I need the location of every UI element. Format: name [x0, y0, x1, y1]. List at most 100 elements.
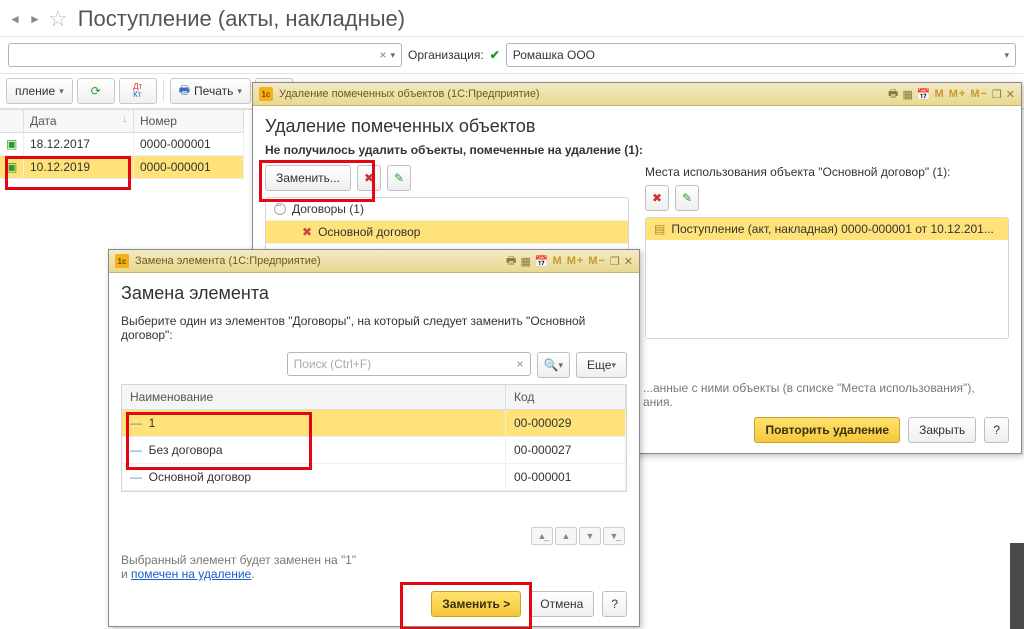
item-icon: —: [130, 444, 142, 456]
restore-icon[interactable]: ❐: [992, 88, 1002, 101]
retry-delete-button[interactable]: Повторить удаление: [754, 417, 900, 443]
search-placeholder: Поиск (Ctrl+F): [294, 357, 513, 371]
organization-value: Ромашка ООО: [513, 48, 595, 62]
col-date[interactable]: Дата ↓: [24, 110, 134, 133]
org-label: Организация:: [408, 48, 484, 62]
close-icon[interactable]: ✕: [624, 255, 633, 268]
grid-cell-name[interactable]: — Без договора: [122, 437, 506, 464]
item-icon: —: [130, 417, 142, 429]
organization-combo[interactable]: Ромашка ООО ▾: [506, 43, 1016, 67]
nav-up[interactable]: ▲: [555, 527, 577, 545]
calc-mminus[interactable]: M−: [588, 255, 606, 267]
clear-icon[interactable]: ×: [379, 48, 386, 62]
refresh-icon: ⟳: [91, 84, 101, 98]
app-icon: 1c: [115, 254, 129, 268]
posted-icon: ▣: [6, 137, 17, 151]
cell-num[interactable]: 0000-000001: [134, 156, 244, 179]
window-title: Замена элемента (1С:Предприятие): [135, 255, 321, 267]
close-button[interactable]: Закрыть: [908, 417, 976, 443]
app-icon: 1c: [259, 87, 273, 101]
calc-m[interactable]: M: [935, 88, 945, 100]
collapse-icon[interactable]: [274, 203, 286, 215]
close-icon[interactable]: ✕: [1006, 88, 1015, 101]
delete-mark-button[interactable]: ✖: [357, 165, 381, 191]
posted-icon: ▣: [6, 160, 17, 174]
calc-mplus[interactable]: M+: [567, 255, 585, 267]
replace-button[interactable]: Заменить...: [265, 165, 351, 191]
search-button[interactable]: 🔍 ▾: [537, 352, 570, 378]
help-button[interactable]: ?: [602, 591, 627, 617]
nav-back[interactable]: ◄: [8, 12, 22, 26]
dtkt-button[interactable]: ДтКт: [119, 78, 157, 104]
cell-date[interactable]: 10.12.2019: [24, 156, 134, 179]
deletion-heading: Удаление помеченных объектов: [265, 116, 1009, 137]
grid-icon[interactable]: ▦: [520, 255, 530, 268]
grid-cell-name[interactable]: — 1: [122, 410, 506, 437]
chevron-down-icon: ▾: [390, 50, 395, 61]
marked-delete-icon: ✖: [364, 171, 374, 185]
tree-group[interactable]: Договоры (1): [266, 198, 628, 221]
item-icon: —: [130, 471, 142, 483]
edit-button[interactable]: ✎: [387, 165, 411, 191]
cancel-button[interactable]: Отмена: [529, 591, 594, 617]
clear-icon[interactable]: ×: [517, 357, 524, 371]
refresh-button[interactable]: ⟳: [77, 78, 115, 104]
col-number[interactable]: Номер: [134, 110, 244, 133]
nav-first[interactable]: ▲̲: [531, 527, 553, 545]
window-titlebar[interactable]: 1c Замена элемента (1С:Предприятие) 🖶 ▦ …: [109, 250, 639, 273]
usage-delete-button[interactable]: ✖: [645, 185, 669, 211]
grid-cell-code[interactable]: 00-000027: [506, 437, 626, 464]
cell-date[interactable]: 18.12.2017: [24, 133, 134, 156]
document-icon: ▤: [654, 222, 665, 236]
usage-caption: Места использования объекта "Основной до…: [645, 165, 1009, 179]
grid-nav: ▲̲ ▲ ▼ ▼̲: [121, 523, 627, 545]
nav-last[interactable]: ▼̲: [603, 527, 625, 545]
cell-num[interactable]: 0000-000001: [134, 133, 244, 156]
grid-cell-code[interactable]: 00-000029: [506, 410, 626, 437]
favorite-star-icon[interactable]: ☆: [48, 6, 68, 32]
print-button[interactable]: 🖶 Печать ▾: [170, 78, 251, 104]
deletion-fail-msg: Не получилось удалить объекты, помеченны…: [265, 143, 1009, 157]
grid-icon[interactable]: ▦: [902, 88, 912, 101]
more-button[interactable]: Еще ▾: [576, 352, 627, 378]
calendar-icon[interactable]: 📅: [535, 255, 549, 268]
usage-list[interactable]: ▤ Поступление (акт, накладная) 0000-0000…: [645, 217, 1009, 339]
window-titlebar[interactable]: 1c Удаление помеченных объектов (1С:Пред…: [253, 83, 1021, 106]
calendar-icon[interactable]: 📅: [917, 88, 931, 101]
help-button[interactable]: ?: [984, 417, 1009, 443]
row-icon: ▣: [0, 133, 24, 156]
calc-mminus[interactable]: M−: [970, 88, 988, 100]
grid-cell-code[interactable]: 00-000001: [506, 464, 626, 491]
window-title: Удаление помеченных объектов (1С:Предпри…: [279, 88, 540, 100]
mark-for-deletion-link[interactable]: помечен на удаление: [131, 567, 251, 581]
counterparty-combo[interactable]: ×▾: [8, 43, 402, 67]
page-title: Поступление (акты, накладные): [78, 6, 405, 32]
hint-text: ...анные с ними объекты (в списке "Места…: [643, 381, 1009, 395]
pencil-icon: ✎: [394, 171, 404, 185]
replace-grid[interactable]: Наименование Код — 1 00-000029 — Без дог…: [121, 384, 627, 492]
usage-edit-button[interactable]: ✎: [675, 185, 699, 211]
search-input[interactable]: Поиск (Ctrl+F) ×: [287, 352, 531, 376]
replace-heading: Замена элемента: [121, 283, 627, 304]
magnifier-icon: 🔍: [544, 358, 559, 372]
nav-fwd[interactable]: ►: [28, 12, 42, 26]
printer-icon[interactable]: 🖶: [506, 252, 516, 271]
col-code[interactable]: Код: [506, 385, 626, 410]
tree-item[interactable]: ✖ Основной договор: [266, 221, 628, 244]
nav-down[interactable]: ▼: [579, 527, 601, 545]
usage-item[interactable]: ▤ Поступление (акт, накладная) 0000-0000…: [646, 218, 1008, 240]
calc-mplus[interactable]: M+: [949, 88, 967, 100]
replace-window: 1c Замена элемента (1С:Предприятие) 🖶 ▦ …: [108, 249, 640, 627]
marked-delete-icon: ✖: [652, 191, 662, 205]
hint-text2: ания.: [643, 395, 1009, 409]
calc-m[interactable]: M: [553, 255, 563, 267]
restore-icon[interactable]: ❐: [610, 255, 620, 268]
toolbar-tab[interactable]: пление ▾: [6, 78, 73, 104]
grid-cell-name[interactable]: — Основной договор: [122, 464, 506, 491]
footer-text2: и: [121, 567, 131, 581]
replace-instruction: Выберите один из элементов "Договоры", н…: [121, 314, 627, 342]
do-replace-button[interactable]: Заменить >: [431, 591, 521, 617]
printer-icon[interactable]: 🖶: [888, 85, 898, 104]
check-icon: ✔: [490, 48, 500, 62]
col-name[interactable]: Наименование: [122, 385, 506, 410]
